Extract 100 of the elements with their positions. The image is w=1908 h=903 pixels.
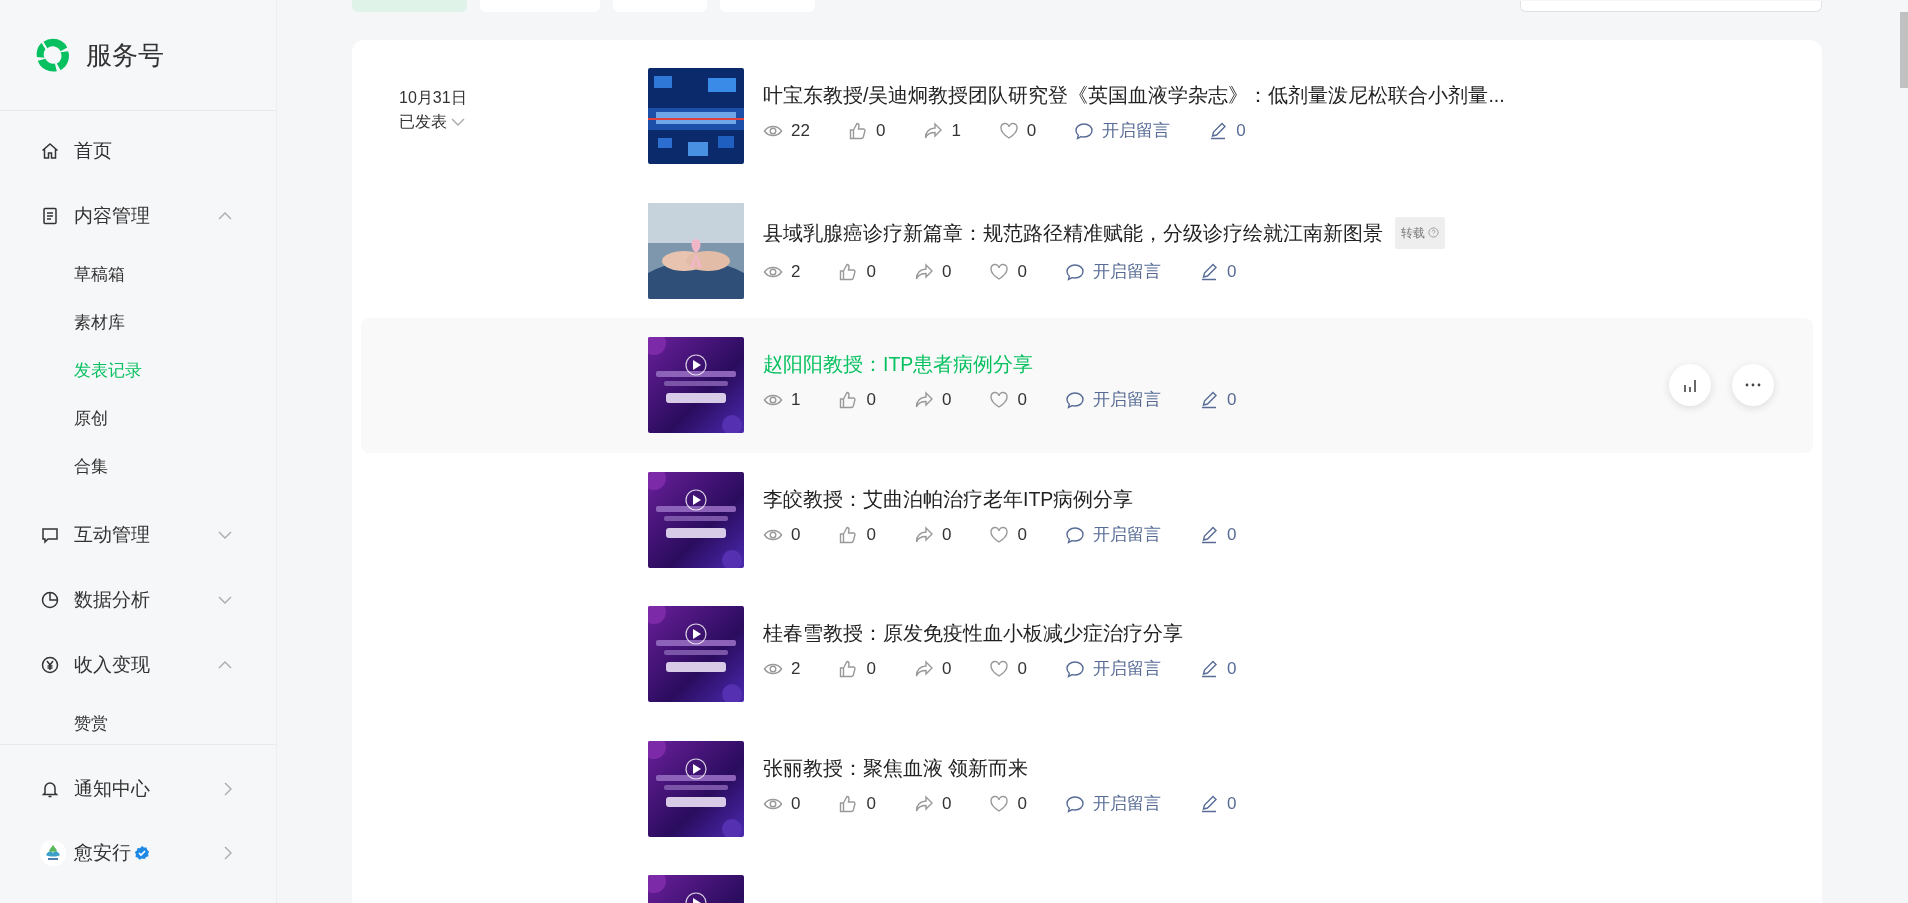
menu-item[interactable]: 数据分析 — [0, 571, 276, 629]
submenu-item[interactable]: 合集 — [0, 443, 276, 491]
edit-count: 0 — [1226, 658, 1237, 680]
pie-chart-icon — [40, 590, 60, 610]
favorite-count: 0 — [1017, 389, 1027, 411]
thumbs-up-icon — [838, 524, 859, 545]
play-icon[interactable] — [685, 623, 707, 645]
share-count: 0 — [941, 389, 952, 411]
submenu-item[interactable]: 赞赏 — [0, 700, 276, 744]
heart-icon — [989, 659, 1010, 679]
search-field[interactable] — [1520, 1, 1822, 12]
menu-item[interactable]: 收入变现 — [0, 636, 276, 694]
view-count: 1 — [791, 389, 801, 411]
share-arrow-icon — [913, 659, 934, 679]
logo-icon — [34, 36, 72, 74]
share-count: 0 — [941, 792, 952, 815]
share-count: 0 — [941, 260, 952, 283]
post-title[interactable]: 李皎教授：艾曲泊帕治疗老年ITP病例分享 — [763, 485, 1134, 512]
menu-item[interactable]: 内容管理 — [0, 187, 276, 245]
chat-icon — [40, 525, 60, 545]
view-count: 2 — [791, 260, 801, 283]
view-count: 0 — [791, 523, 801, 546]
help-icon — [1428, 227, 1439, 238]
bar-chart-icon — [1684, 378, 1696, 392]
more-button[interactable] — [1732, 364, 1774, 407]
share-arrow-icon — [913, 524, 934, 545]
share-arrow-icon — [913, 390, 934, 410]
view-count: 0 — [791, 792, 801, 815]
home-icon — [40, 141, 60, 161]
thumbs-up-icon — [838, 261, 859, 282]
like-count: 0 — [866, 523, 876, 546]
comment-link[interactable]: 开启留言 — [1092, 522, 1161, 547]
comment-icon — [1064, 793, 1085, 814]
edit-count: 0 — [1226, 260, 1237, 283]
comment-link[interactable]: 开启留言 — [1092, 259, 1161, 284]
view-count: 22 — [791, 120, 810, 142]
brand-name: 服务号 — [86, 38, 164, 72]
comment-link[interactable]: 开启留言 — [1092, 657, 1161, 681]
view-count: 2 — [791, 658, 801, 680]
like-count: 0 — [866, 260, 876, 283]
post-title[interactable]: 桂春雪教授：原发免疫性血小板减少症治疗分享 — [763, 620, 1183, 646]
statistics-button[interactable] — [1669, 364, 1711, 407]
comment-icon — [1064, 390, 1085, 410]
comment-link[interactable]: 开启留言 — [1092, 388, 1161, 412]
heart-icon — [989, 390, 1010, 410]
edit-count: 0 — [1226, 389, 1237, 411]
edit-count: 0 — [1226, 523, 1237, 546]
pencil-icon — [1208, 121, 1229, 141]
heart-icon — [989, 261, 1010, 282]
chevron-icon — [451, 118, 465, 126]
thumbs-up-icon — [838, 659, 859, 679]
heart-icon — [998, 121, 1019, 141]
play-icon[interactable] — [685, 488, 707, 511]
like-count: 0 — [866, 658, 876, 680]
menu-item[interactable]: 首页 — [0, 122, 276, 180]
menu-item[interactable]: 通知中心 — [0, 757, 276, 821]
favorite-count: 0 — [1026, 120, 1037, 142]
play-icon[interactable] — [685, 354, 707, 376]
comment-icon — [1064, 524, 1085, 545]
document-icon — [40, 206, 60, 226]
more-icon — [1745, 383, 1761, 388]
comment-icon — [1064, 261, 1085, 282]
repost-tag: 转载 — [1395, 216, 1445, 249]
like-count: 0 — [866, 792, 876, 815]
yen-icon — [40, 655, 60, 675]
edit-count: 0 — [1226, 792, 1237, 815]
like-count: 0 — [875, 120, 886, 142]
favorite-count: 0 — [1017, 658, 1027, 680]
comment-icon — [1064, 659, 1085, 679]
heart-icon — [989, 524, 1010, 545]
menu-item[interactable]: 愈安行 — [0, 821, 276, 885]
share-count: 0 — [941, 658, 952, 680]
comment-link[interactable]: 开启留言 — [1092, 791, 1161, 816]
post-title[interactable]: 县域乳腺癌诊疗新篇章：规范路径精准赋能，分级诊疗绘就江南新图景 — [763, 219, 1383, 246]
favorite-count: 0 — [1017, 523, 1027, 546]
post-title[interactable]: 叶宝东教授/吴迪炯教授团队研究登《英国血液学杂志》：低剂量泼尼松联合小剂量... — [763, 82, 1505, 108]
like-count: 0 — [866, 389, 876, 411]
submenu-item[interactable]: 原创 — [0, 395, 276, 443]
submenu-item[interactable]: 草稿箱 — [0, 251, 276, 299]
heart-icon — [989, 793, 1010, 814]
chevron-icon — [224, 846, 232, 860]
status-dropdown[interactable]: 已发表 — [399, 110, 648, 134]
share-arrow-icon — [913, 793, 934, 814]
share-count: 1 — [951, 120, 961, 142]
scrollbar-thumb[interactable] — [1900, 12, 1908, 88]
submenu-item[interactable]: 素材库 — [0, 299, 276, 347]
comment-link[interactable]: 开启留言 — [1102, 119, 1171, 143]
play-icon[interactable] — [685, 757, 707, 780]
favorite-count: 0 — [1017, 260, 1027, 283]
bell-icon — [40, 779, 60, 799]
share-arrow-icon — [913, 261, 934, 282]
chevron-icon — [224, 782, 232, 796]
menu-item[interactable]: 互动管理 — [0, 506, 276, 564]
share-arrow-icon — [923, 121, 944, 141]
thumbs-up-icon — [847, 121, 868, 141]
thumbs-up-icon — [838, 390, 859, 410]
favorite-count: 0 — [1017, 792, 1027, 815]
publish-date: 10月31日 — [399, 88, 468, 108]
post-title[interactable]: 张丽教授：聚焦血液 领新而来 — [763, 754, 1029, 781]
share-count: 0 — [941, 523, 952, 546]
